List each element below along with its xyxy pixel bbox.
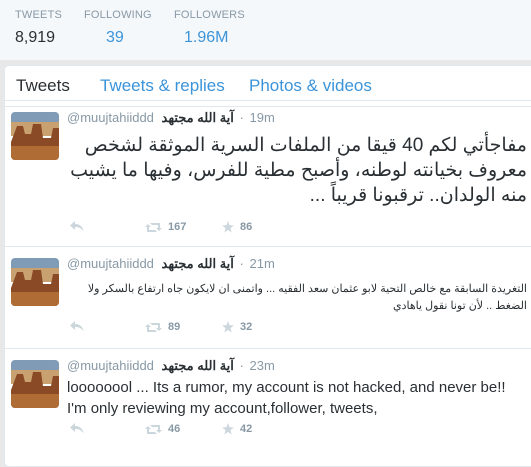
timeline: Tweets Tweets & replies Photos & videos … [4,65,531,467]
retweet-button[interactable]: 89 [145,321,180,333]
reply-icon [70,423,84,434]
star-icon [222,423,234,435]
favorite-button[interactable]: 42 [222,423,252,435]
tweet-time[interactable]: 21m [250,256,275,271]
tweet-item[interactable]: @muujtahiiddd آية الله مجتهد · 23m loooo… [5,348,531,449]
stat-tweets[interactable]: TWEETS 8,919 [15,9,62,47]
reply-icon [70,321,84,332]
tweet-time[interactable]: 23m [250,358,275,373]
tab-tweets[interactable]: Tweets [16,76,70,96]
stat-following[interactable]: FOLLOWING 39 [84,9,152,47]
stat-following-label: FOLLOWING [84,9,152,21]
stat-followers-value: 1.96M [184,29,229,46]
avatar[interactable] [11,258,59,306]
stat-followers[interactable]: FOLLOWERS 1.96M [174,9,245,47]
retweet-icon [145,322,162,332]
tweet-handle[interactable]: @muujtahiiddd [67,110,154,125]
reply-button[interactable] [70,321,84,332]
favorite-button[interactable]: 32 [222,321,252,333]
profile-stats: TWEETS 8,919 FOLLOWING 39 FOLLOWERS 1.96… [0,0,531,60]
tweet-author-name[interactable]: آية الله مجتهد [162,110,234,125]
reply-icon [70,221,84,232]
tweet-author-name[interactable]: آية الله مجتهد [162,358,234,373]
favorite-count: 32 [240,321,253,333]
favorite-count: 86 [240,221,253,233]
star-icon [222,221,234,233]
tweet-header: @muujtahiiddd آية الله مجتهد · 19m [67,110,275,126]
stat-followers-label: FOLLOWERS [174,9,245,21]
tweet-text: loooooool ... Its a rumor, my account is… [67,379,506,417]
separator-dot: · [239,256,244,271]
tweet-text: التغريدة السابقة مع خالص التحية لابو عثم… [87,283,527,312]
tweet-handle[interactable]: @muujtahiiddd [67,358,154,373]
tab-tweets-and-replies[interactable]: Tweets & replies [100,76,225,96]
reply-button[interactable] [70,423,84,434]
favorite-button[interactable]: 86 [222,221,252,233]
stat-following-value: 39 [106,29,124,46]
tab-photos-and-videos[interactable]: Photos & videos [249,76,372,96]
avatar[interactable] [11,360,59,408]
star-icon [222,321,234,333]
tweet-text: مفاجأتي لكم 40 قيقا من الملفات السرية ال… [70,135,527,206]
separator-dot: · [239,358,244,373]
stat-tweets-label: TWEETS [15,9,63,21]
tweet-item[interactable]: @muujtahiiddd آية الله مجتهد · 19m مفاجأ… [5,100,531,247]
tweet-item[interactable]: @muujtahiiddd آية الله مجتهد · 21m التغر… [5,246,531,347]
retweet-count: 89 [168,321,181,333]
retweet-button[interactable]: 46 [145,423,180,435]
tweet-header: @muujtahiiddd آية الله مجتهد · 23m [67,358,275,374]
tweet-header: @muujtahiiddd آية الله مجتهد · 21m [67,256,275,272]
retweet-icon [145,424,162,434]
retweet-icon [145,222,162,232]
stat-tweets-value: 8,919 [15,29,56,46]
tweet-author-name[interactable]: آية الله مجتهد [162,256,234,271]
retweet-count: 167 [168,221,187,233]
tweet-handle[interactable]: @muujtahiiddd [67,256,154,271]
retweet-count: 46 [168,423,181,435]
separator-dot: · [239,110,244,125]
reply-button[interactable] [70,221,84,232]
favorite-count: 42 [240,423,253,435]
avatar[interactable] [11,112,59,160]
tweet-time[interactable]: 19m [250,110,275,125]
retweet-button[interactable]: 167 [145,221,186,233]
